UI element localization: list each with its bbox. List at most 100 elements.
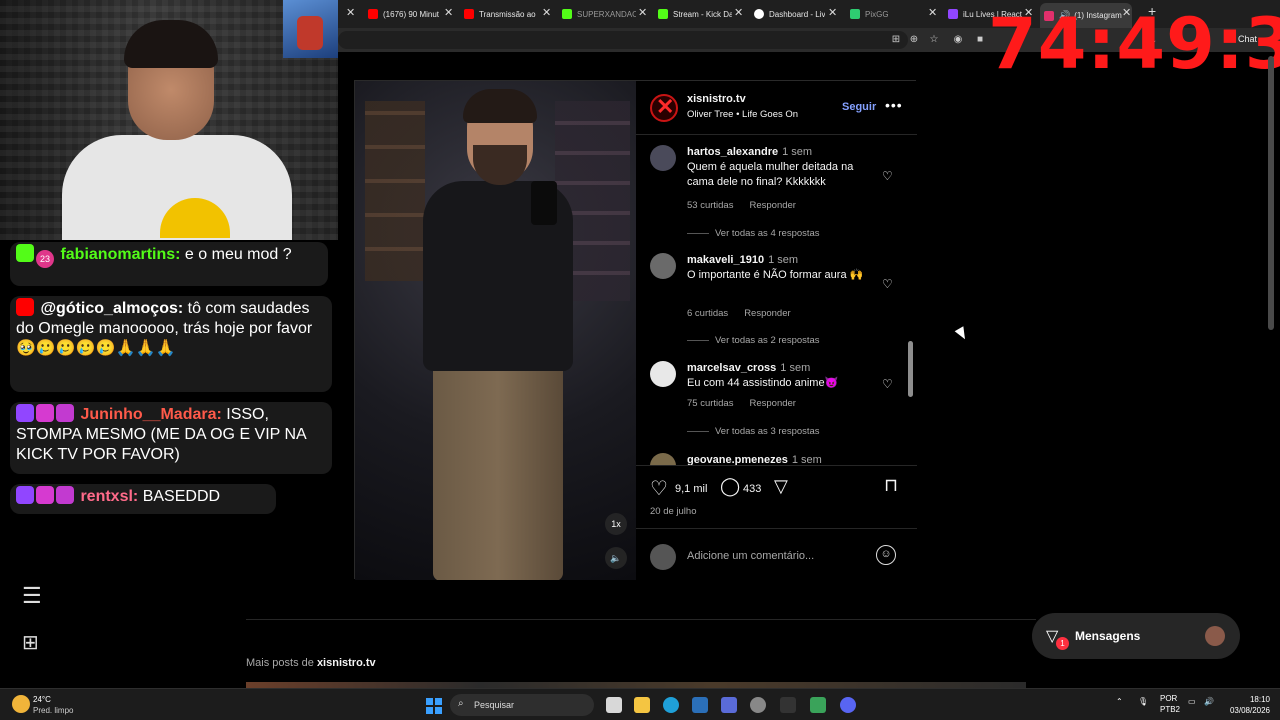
kick-icon — [562, 9, 572, 19]
clock[interactable]: 18:10 03/08/2026 — [1226, 694, 1270, 716]
youtube-icon — [368, 9, 378, 19]
comment-user[interactable]: geovane.pmenezes 1 sem — [687, 454, 822, 465]
close-icon[interactable]: ✕ — [734, 6, 743, 19]
share-icon[interactable]: ▽ — [774, 476, 788, 497]
browser-tab[interactable]: (1676) 90 Minut — [368, 4, 442, 24]
emoji-icon[interactable]: ☺ — [876, 545, 896, 565]
subject-pants — [433, 361, 563, 580]
avatar[interactable] — [650, 253, 676, 279]
audio-track[interactable]: Oliver Tree • Life Goes On — [687, 109, 798, 120]
more-posts-heading: Mais posts de xisnistro.tv — [246, 657, 376, 669]
like-count[interactable]: 9,1 mil — [675, 483, 707, 495]
browser-tab[interactable]: Dashboard - Liv — [754, 4, 826, 24]
twitch-icon — [16, 486, 34, 504]
apps-icon[interactable]: ⊞ — [890, 34, 902, 46]
grid-icon[interactable]: ⊞ — [22, 630, 39, 655]
weather-icon[interactable] — [12, 695, 30, 713]
taskbar-search[interactable]: ⌕ Pesquisar — [450, 694, 594, 716]
post-video[interactable]: 1x 🔈 — [355, 81, 636, 580]
star-badge — [56, 404, 74, 422]
temperature[interactable]: 24°C — [33, 695, 51, 704]
menu-icon[interactable]: ☰ — [22, 583, 42, 609]
app-icon[interactable] — [721, 697, 737, 713]
photos-icon[interactable] — [692, 697, 708, 713]
volume-icon[interactable]: 🔈 — [605, 547, 627, 569]
notion-icon[interactable] — [780, 697, 796, 713]
view-replies[interactable]: Ver todas as 2 respostas — [687, 335, 820, 346]
chat-message: 23 fabianomartins: e o meu mod ? — [10, 242, 328, 286]
comment-input[interactable]: Adicione um comentário... — [687, 550, 814, 562]
close-icon[interactable]: ✕ — [444, 6, 453, 19]
playback-speed-button[interactable]: 1x — [605, 513, 627, 535]
reply-button[interactable]: Responder — [744, 308, 790, 319]
comment-user[interactable]: hartos_alexandre 1 sem — [687, 146, 812, 158]
close-icon[interactable]: ✕ — [346, 6, 355, 19]
close-icon[interactable]: ✕ — [828, 6, 837, 19]
likes-count[interactable]: 75 curtidas — [687, 398, 733, 409]
chat-username: Juninho__Madara: — [80, 406, 222, 423]
likes-count[interactable]: 6 curtidas — [687, 308, 728, 319]
likes-count[interactable]: 53 curtidas — [687, 200, 733, 211]
bookmark-icon[interactable]: ⊓ — [884, 475, 898, 496]
reply-button[interactable]: Responder — [749, 200, 795, 211]
close-icon[interactable]: ✕ — [928, 6, 937, 19]
comments-scrollbar[interactable] — [908, 341, 913, 397]
comment-user[interactable]: makaveli_1910 1 sem — [687, 254, 798, 266]
discord-icon[interactable] — [840, 697, 856, 713]
subject-hair — [463, 89, 537, 123]
language[interactable]: POR — [1160, 694, 1177, 703]
heart-icon[interactable]: ♡ — [650, 476, 668, 501]
windows-icon[interactable] — [426, 698, 442, 714]
file-explorer-icon[interactable] — [634, 697, 650, 713]
kick-icon — [16, 244, 34, 262]
post-actions: ♡ 9,1 mil ◯ 433 ▽ ⊓ 20 de julho Adicione… — [636, 465, 917, 580]
messages-button[interactable]: ▽ 1 Mensagens — [1032, 613, 1240, 659]
page-scrollbar[interactable] — [1268, 56, 1274, 330]
zoom-icon[interactable]: ⊕ — [908, 34, 920, 46]
heart-icon[interactable]: ♡ — [882, 277, 893, 291]
extension-icon[interactable]: ■ — [974, 34, 986, 46]
browser-tab[interactable]: PixGG — [850, 4, 920, 24]
extension-icon[interactable]: ◉ — [952, 34, 964, 46]
task-view-icon[interactable] — [606, 697, 622, 713]
browser-tab[interactable]: Stream - Kick Da — [658, 4, 732, 24]
comment-meta: 53 curtidas Responder — [687, 200, 796, 211]
tab-label: Dashboard - Liv — [769, 9, 826, 19]
url-input[interactable] — [338, 31, 908, 49]
comment-icon[interactable]: ◯ — [720, 476, 740, 497]
chat-username: rentxsl: — [80, 488, 139, 505]
comment-user[interactable]: marcelsav_cross 1 sem — [687, 362, 810, 374]
app-icon[interactable] — [810, 697, 826, 713]
avatar[interactable] — [650, 361, 676, 387]
avatar[interactable] — [650, 145, 676, 171]
keyboard-layout[interactable]: PTB2 — [1160, 705, 1180, 714]
chat-message: rentxsl: BASEDDD — [10, 484, 276, 514]
microphone-icon[interactable]: 🎙 — [1138, 697, 1148, 706]
account-avatar[interactable]: ✕ — [650, 94, 678, 122]
edge-icon[interactable] — [663, 697, 679, 713]
network-icon[interactable]: ▭ — [1188, 697, 1196, 706]
avatar[interactable] — [650, 453, 676, 465]
browser-tab[interactable]: SUPERXANDAO — [562, 4, 636, 24]
favorite-icon[interactable]: ☆ — [928, 34, 940, 46]
account-link[interactable]: xisnistro.tv — [317, 657, 376, 669]
account-name[interactable]: xisnistro.tv — [687, 93, 746, 105]
chevron-up-icon[interactable]: ⌃ — [1116, 697, 1123, 706]
close-icon[interactable]: ✕ — [542, 6, 551, 19]
heart-icon[interactable]: ♡ — [882, 377, 893, 391]
view-replies[interactable]: Ver todas as 3 respostas — [687, 426, 820, 437]
date: 03/08/2026 — [1229, 706, 1270, 715]
browser-tab[interactable]: Transmissão ao — [464, 4, 540, 24]
weather-desc[interactable]: Pred. limpo — [33, 706, 73, 715]
close-icon[interactable]: ✕ — [638, 6, 647, 19]
stream-timer: 74:49:37 — [988, 3, 1280, 85]
reply-button[interactable]: Responder — [749, 398, 795, 409]
view-replies[interactable]: Ver todas as 4 respostas — [687, 228, 820, 239]
more-options-icon[interactable]: ••• — [885, 97, 903, 113]
search-placeholder: Pesquisar — [474, 700, 515, 710]
sub-badge: 23 — [36, 250, 54, 268]
app-icon[interactable] — [750, 697, 766, 713]
follow-button[interactable]: Seguir — [842, 101, 876, 113]
volume-icon[interactable]: 🔊 — [1204, 697, 1214, 706]
heart-icon[interactable]: ♡ — [882, 169, 893, 183]
